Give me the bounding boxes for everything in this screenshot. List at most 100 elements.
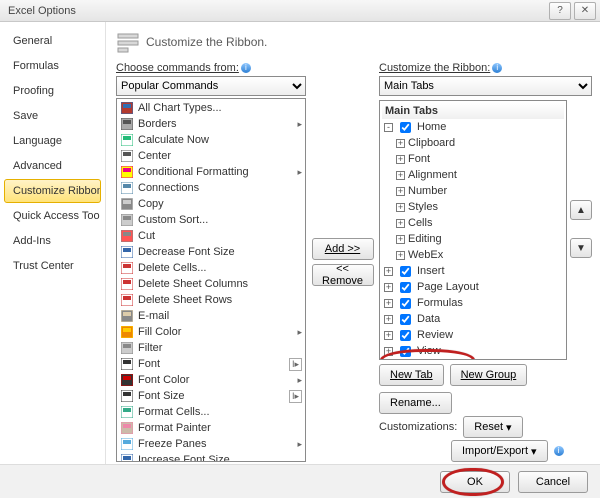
expand-toggle[interactable]: + [396,155,405,164]
command-filter[interactable]: Filter [118,340,304,356]
move-up-button[interactable]: ▲ [570,200,592,220]
close-button[interactable]: ✕ [574,2,596,20]
expand-toggle[interactable]: + [396,171,405,180]
tree-node-insert[interactable]: +Insert [382,263,564,279]
fontinc-icon [120,453,134,462]
command-delete-cells[interactable]: Delete Cells... [118,260,304,276]
info-icon[interactable]: i [241,63,251,73]
command-center[interactable]: Center [118,148,304,164]
expand-toggle[interactable]: + [396,187,405,196]
tab-checkbox[interactable] [400,298,411,309]
tab-checkbox[interactable] [400,122,411,133]
tree-node-formulas[interactable]: +Formulas [382,295,564,311]
command-label: Font Color [138,374,189,386]
move-down-button[interactable]: ▼ [570,238,592,258]
command-font[interactable]: FontI▸ [118,356,304,372]
expand-toggle[interactable]: + [384,347,393,356]
commands-listbox[interactable]: All Chart Types...Borders▸Calculate NowC… [116,98,306,462]
reset-button[interactable]: Reset ▾ [463,416,522,438]
sidebar-item-save[interactable]: Save [4,104,101,128]
command-font-color[interactable]: Font Color▸ [118,372,304,388]
tree-node-styles[interactable]: +Styles [382,199,564,215]
tab-checkbox[interactable] [400,346,411,357]
command-borders[interactable]: Borders▸ [118,116,304,132]
tab-checkbox[interactable] [400,266,411,277]
new-group-button[interactable]: New Group [450,364,528,386]
sidebar-item-language[interactable]: Language [4,129,101,153]
command-freeze-panes[interactable]: Freeze Panes▸ [118,436,304,452]
cancel-button[interactable]: Cancel [518,471,588,493]
command-calculate-now[interactable]: Calculate Now [118,132,304,148]
command-custom-sort[interactable]: Custom Sort... [118,212,304,228]
sidebar-item-advanced[interactable]: Advanced [4,154,101,178]
expand-toggle[interactable]: + [384,267,393,276]
ribbon-treeview[interactable]: Main Tabs -Home+Clipboard+Font+Alignment… [379,100,567,360]
help-button[interactable]: ? [549,2,571,20]
sidebar-item-formulas[interactable]: Formulas [4,54,101,78]
command-connections[interactable]: Connections [118,180,304,196]
tree-node-webex[interactable]: +WebEx [382,247,564,263]
command-font-size[interactable]: Font SizeI▸ [118,388,304,404]
chevron-up-icon: ▲ [576,205,586,216]
choose-commands-dropdown[interactable]: Popular Commands [116,76,306,96]
import-export-button[interactable]: Import/Export ▾ [451,440,548,462]
expand-toggle[interactable]: + [396,219,405,228]
command-cut[interactable]: Cut [118,228,304,244]
expand-toggle[interactable]: + [396,203,405,212]
command-all-chart-types[interactable]: All Chart Types... [118,100,304,116]
tree-node-review[interactable]: +Review [382,327,564,343]
sidebar-item-add-ins[interactable]: Add-Ins [4,229,101,253]
tree-node-editing[interactable]: +Editing [382,231,564,247]
tree-node-developer[interactable]: +Developer [382,359,564,360]
tab-checkbox[interactable] [400,330,411,341]
expand-toggle[interactable]: + [384,331,393,340]
rename-button[interactable]: Rename... [379,392,452,414]
sidebar-item-trust-center[interactable]: Trust Center [4,254,101,278]
expand-toggle[interactable]: - [384,123,393,132]
command-format-painter[interactable]: Format Painter [118,420,304,436]
expand-indicator: ▸ [297,327,302,338]
command-decrease-font-size[interactable]: Decrease Font Size [118,244,304,260]
add-button[interactable]: Add >> [312,238,374,260]
expand-toggle[interactable]: + [396,139,405,148]
info-icon[interactable]: i [554,446,564,456]
tree-node-alignment[interactable]: +Alignment [382,167,564,183]
customize-ribbon-dropdown[interactable]: Main Tabs [379,76,592,96]
expand-toggle[interactable]: + [396,235,405,244]
command-delete-sheet-rows[interactable]: Delete Sheet Rows [118,292,304,308]
tree-node-view[interactable]: +View [382,343,564,359]
expand-toggle[interactable]: + [384,299,393,308]
sidebar-item-quick-access-toolbar[interactable]: Quick Access Toolbar [4,204,101,228]
sidebar-item-customize-ribbon[interactable]: Customize Ribbon [4,179,101,203]
tree-node-cells[interactable]: +Cells [382,215,564,231]
command-copy[interactable]: Copy [118,196,304,212]
tab-checkbox[interactable] [400,282,411,293]
sidebar-item-proofing[interactable]: Proofing [4,79,101,103]
ok-button[interactable]: OK [440,471,510,493]
command-fill-color[interactable]: Fill Color▸ [118,324,304,340]
expand-toggle[interactable]: + [384,283,393,292]
node-label: Font [408,153,430,165]
tree-node-page-layout[interactable]: +Page Layout [382,279,564,295]
command-format-cells[interactable]: Format Cells... [118,404,304,420]
tree-node-clipboard[interactable]: +Clipboard [382,135,564,151]
sidebar-item-general[interactable]: General [4,29,101,53]
command-conditional-formatting[interactable]: Conditional Formatting▸ [118,164,304,180]
close-icon: ✕ [581,5,589,16]
expand-toggle[interactable]: + [384,315,393,324]
tab-checkbox[interactable] [400,314,411,325]
info-icon[interactable]: i [492,63,502,73]
node-label: Number [408,185,447,197]
help-icon: ? [557,5,563,16]
tree-node-font[interactable]: +Font [382,151,564,167]
remove-button[interactable]: << Remove [312,264,374,286]
tree-node-home[interactable]: -Home [382,119,564,135]
new-tab-button[interactable]: New Tab [379,364,444,386]
tree-node-number[interactable]: +Number [382,183,564,199]
command-delete-sheet-columns[interactable]: Delete Sheet Columns [118,276,304,292]
command-increase-font-size[interactable]: Increase Font Size [118,452,304,462]
tree-node-data[interactable]: +Data [382,311,564,327]
expand-toggle[interactable]: + [396,251,405,260]
command-e-mail[interactable]: E-mail [118,308,304,324]
delrows-icon [120,293,134,307]
